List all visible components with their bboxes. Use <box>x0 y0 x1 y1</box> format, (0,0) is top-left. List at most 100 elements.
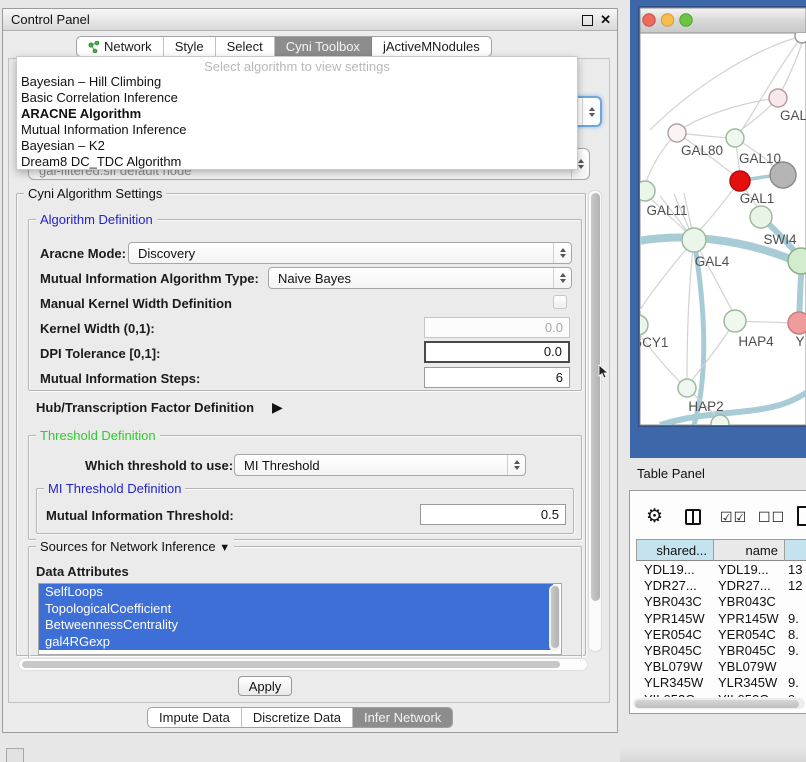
node-label: HAP2 <box>688 399 723 414</box>
column-header-extra[interactable] <box>785 539 806 561</box>
table-body: YDL19...YDL19...13 YDR27...YDR27...12 YB… <box>636 562 806 697</box>
split-columns-icon[interactable] <box>685 509 701 525</box>
mi-type-label: Mutual Information Algorithm Type: <box>40 271 259 286</box>
algorithm-option[interactable]: Bayesian – Hill Climbing <box>17 74 577 90</box>
checked-columns-icon[interactable]: ☑☑ <box>720 509 747 526</box>
settings-scrollbar[interactable] <box>588 190 602 652</box>
aracne-mode-value: Discovery <box>138 243 195 263</box>
table-hscrollbar[interactable] <box>633 698 805 709</box>
panel-grip-icon[interactable] <box>6 748 24 762</box>
tab-infer-network[interactable]: Infer Network <box>353 708 452 727</box>
float-window-icon[interactable] <box>582 15 593 26</box>
mi-threshold-field[interactable]: 0.5 <box>420 504 566 525</box>
table-row[interactable]: YBL079WYBL079W <box>636 659 806 675</box>
unchecked-columns-icon[interactable]: ☐☐ <box>758 509 785 526</box>
list-item[interactable]: BetweennessCentrality <box>39 617 553 634</box>
collapse-down-icon[interactable]: ▼ <box>219 542 230 554</box>
node-gal4[interactable] <box>682 228 706 252</box>
screenshot-root: Control Panel ✕ Network Style Select Cyn… <box>0 0 806 762</box>
cyni-settings-title: Cyni Algorithm Settings <box>24 186 166 201</box>
combo-arrows-icon <box>507 455 525 475</box>
mi-type-combo[interactable]: Naive Bayes <box>268 267 572 289</box>
column-header-shared[interactable]: shared... <box>636 539 714 561</box>
combo-arrows-icon <box>553 243 571 263</box>
data-attributes-list: SelfLoops TopologicalCoefficient Between… <box>38 583 562 655</box>
export-table-icon[interactable] <box>797 506 806 526</box>
tab-network[interactable]: Network <box>77 37 164 56</box>
table-hscrollbar-thumb[interactable] <box>635 700 799 708</box>
node-label: GAL1 <box>740 191 775 206</box>
tab-jactivemnodules[interactable]: jActiveMNodules <box>372 37 491 56</box>
node-label: Y <box>795 334 804 349</box>
close-icon[interactable]: ✕ <box>600 12 611 28</box>
sources-title: Sources for Network Inference ▼ <box>36 539 234 554</box>
aracne-mode-combo[interactable]: Discovery <box>128 242 572 264</box>
settings-hscrollbar[interactable] <box>18 658 588 671</box>
node-label: GAL80 <box>681 143 723 158</box>
table-row[interactable]: YBR045CYBR045C9. <box>636 643 806 659</box>
algorithm-option-selected[interactable]: ARACNE Algorithm <box>17 106 577 122</box>
node-salmon[interactable] <box>788 312 806 334</box>
mouse-cursor <box>598 364 610 380</box>
expand-right-icon[interactable]: ▶ <box>272 399 283 416</box>
tab-style[interactable]: Style <box>164 37 216 56</box>
tab-discretize-data[interactable]: Discretize Data <box>242 708 353 727</box>
table-row[interactable]: YER054CYER054C8. <box>636 627 806 643</box>
data-attributes-label: Data Attributes <box>36 564 129 579</box>
table-row[interactable]: YPR145WYPR145W9. <box>636 611 806 627</box>
list-scrollbar[interactable] <box>549 585 560 651</box>
network-view-window[interactable]: GAL GAL80 GAL10 GAL1 GAL11 SWI4 GAL4 GCY… <box>630 0 806 458</box>
table-row[interactable]: YDL19...YDL19...13 <box>636 562 806 578</box>
settings-hscrollbar-thumb[interactable] <box>22 661 560 668</box>
manual-kernel-label: Manual Kernel Width Definition <box>40 296 232 311</box>
apply-button[interactable]: Apply <box>238 676 292 696</box>
table-row[interactable]: YIL052CYIL052C9 <box>636 692 806 698</box>
node-swi4[interactable] <box>750 206 772 228</box>
node-label: GAL4 <box>695 254 730 269</box>
combo-arrows-icon <box>553 268 571 288</box>
list-item[interactable]: SelfLoops <box>39 584 553 601</box>
node-label: HAP4 <box>738 334 774 349</box>
mac-zoom-button[interactable] <box>680 14 692 26</box>
kernel-width-label: Kernel Width (0,1): <box>40 321 155 336</box>
node-label: GAL <box>780 108 806 123</box>
node-gal80[interactable] <box>668 124 686 142</box>
tab-impute-data[interactable]: Impute Data <box>148 708 242 727</box>
combo-arrows-icon <box>582 98 600 125</box>
algorithm-option[interactable]: Dream8 DC_TDC Algorithm <box>17 154 577 170</box>
mac-close-button[interactable] <box>643 14 655 26</box>
node-biggreen[interactable] <box>788 248 806 274</box>
hub-section-label[interactable]: Hub/Transcription Factor Definition <box>36 400 254 415</box>
table-row[interactable]: YDR27...YDR27...12 <box>636 578 806 594</box>
algorithm-option[interactable]: Bayesian – K2 <box>17 138 577 154</box>
list-item[interactable]: gal4RGexp <box>39 634 553 651</box>
gear-icon[interactable]: ⚙ <box>646 505 663 528</box>
node-label: GAL10 <box>739 151 781 166</box>
dpi-tolerance-field[interactable]: 0.0 <box>424 341 570 363</box>
column-header-name[interactable]: name <box>714 539 785 561</box>
table-row[interactable]: YLR345WYLR345W9. <box>636 675 806 691</box>
node-hap4[interactable] <box>724 310 746 332</box>
dpi-tolerance-label: DPI Tolerance [0,1]: <box>40 346 160 361</box>
control-panel-tabbar: Network Style Select Cyni Toolbox jActiv… <box>76 36 492 57</box>
node-gal[interactable] <box>769 89 787 107</box>
tab-cyni-toolbox[interactable]: Cyni Toolbox <box>275 37 372 56</box>
tab-select[interactable]: Select <box>216 37 275 56</box>
list-item[interactable]: TopologicalCoefficient <box>39 601 553 618</box>
algorithm-option[interactable]: Basic Correlation Inference <box>17 90 577 106</box>
settings-scrollbar-thumb[interactable] <box>591 193 600 601</box>
network-tab-icon <box>88 41 100 53</box>
mi-threshold-label: Mutual Information Threshold: <box>46 508 234 523</box>
algorithm-option[interactable]: Mutual Information Inference <box>17 122 577 138</box>
mac-minimize-button[interactable] <box>661 14 673 26</box>
node-hap2[interactable] <box>678 379 696 397</box>
which-threshold-combo[interactable]: MI Threshold <box>234 454 526 476</box>
node-gal10[interactable] <box>726 129 744 147</box>
node-gal1[interactable] <box>730 171 750 191</box>
table-row[interactable]: YBR043CYBR043C <box>636 594 806 610</box>
mi-steps-field[interactable]: 6 <box>424 367 570 388</box>
manual-kernel-checkbox[interactable] <box>553 295 567 309</box>
mi-type-value: Naive Bayes <box>278 268 351 288</box>
kernel-width-field[interactable]: 0.0 <box>424 317 570 338</box>
aracne-mode-label: Aracne Mode: <box>40 246 126 261</box>
